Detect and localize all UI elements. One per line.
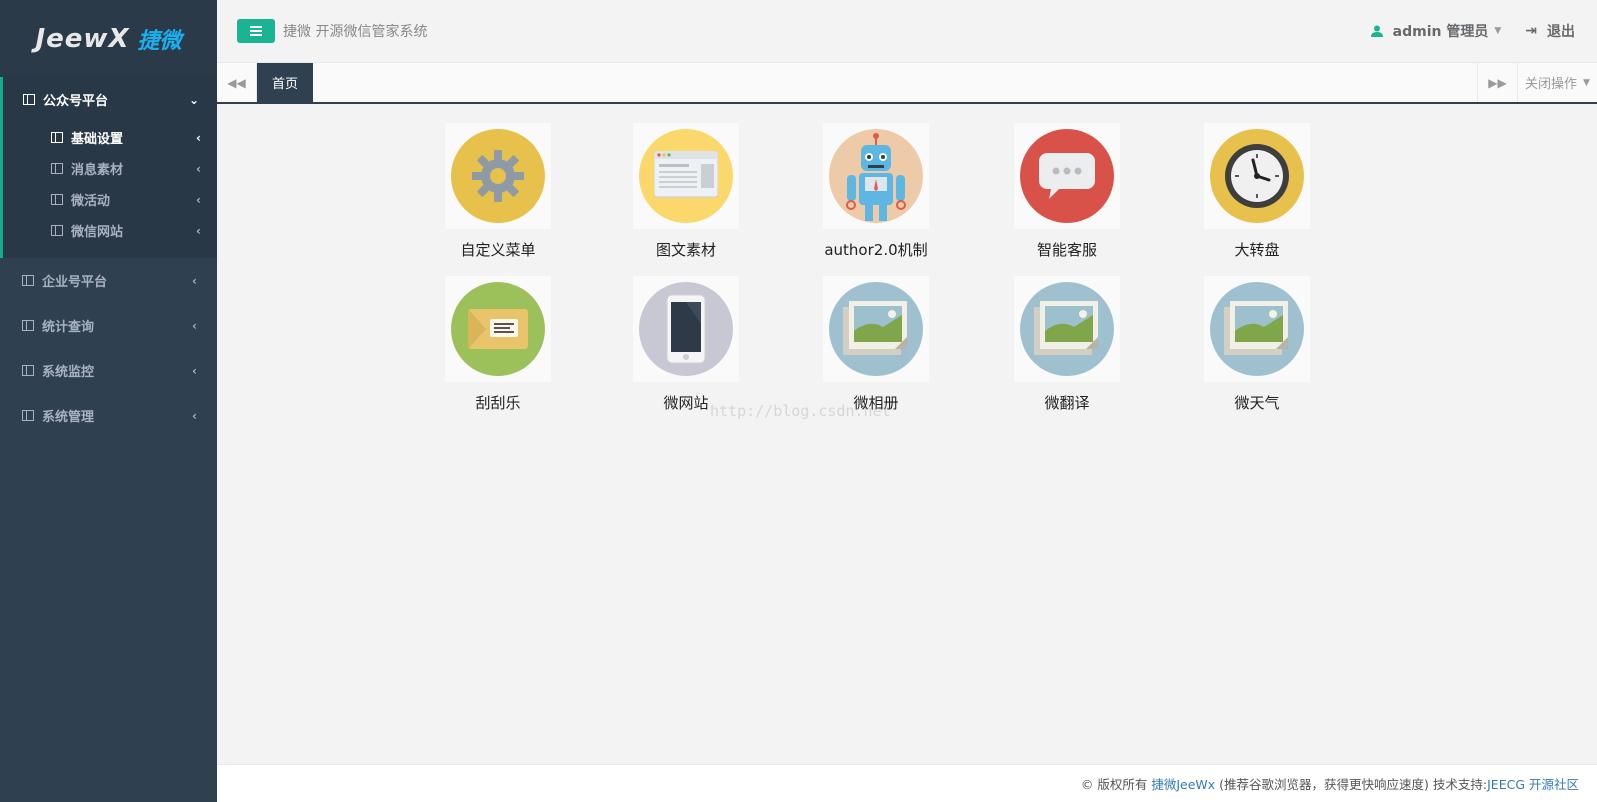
chevron-left-icon: ‹ <box>192 273 197 288</box>
app-name: 微翻译 <box>1044 394 1090 412</box>
footer: © 版权所有 捷微JeeWx (推荐谷歌浏览器，获得更快响应速度) 技术支持: … <box>217 764 1597 802</box>
columns-icon <box>22 320 34 331</box>
phone-icon <box>639 282 733 376</box>
brand-link[interactable]: 捷微JeeWx <box>1151 774 1215 793</box>
chevron-left-icon: ‹ <box>192 318 197 333</box>
hamburger-icon <box>250 34 262 36</box>
sidebar-subitem-message-material[interactable]: 消息素材 ‹ <box>3 153 217 184</box>
copyright-text: © 版权所有 <box>1080 777 1148 792</box>
app-tile-big-wheel[interactable]: 大转盘 <box>1187 123 1327 260</box>
caret-down-icon: ▼ <box>1494 26 1502 36</box>
sidebar-subitem-label: 微活动 <box>71 194 111 209</box>
top-header: 捷微 开源微信管家系统 admin 管理员 ▼ ⇥ 退出 <box>217 0 1597 63</box>
app-tile-micro-weather[interactable]: 微天气 <box>1187 276 1327 413</box>
chevron-left-icon: ‹ <box>192 363 197 378</box>
sidebar-subitem-wechat-site[interactable]: 微信网站 ‹ <box>3 215 217 246</box>
sidebar-item-statistics[interactable]: 统计查询 ‹ <box>0 303 217 348</box>
logo-text: JeewX <box>35 23 130 54</box>
app-name: 微天气 <box>1234 394 1280 412</box>
system-title: 捷微 开源微信管家系统 <box>283 24 428 40</box>
close-operations-dropdown[interactable]: 关闭操作 ▼ <box>1517 63 1597 102</box>
app-name: 刮刮乐 <box>475 394 521 412</box>
tab-scroll-left-button[interactable]: ◀◀ <box>217 63 257 102</box>
tab-scroll-right-button[interactable]: ▶▶ <box>1477 63 1517 102</box>
sidebar-item-label: 系统监控 <box>42 365 95 380</box>
sidebar-subitem-label: 消息素材 <box>71 163 124 178</box>
ticket-icon <box>451 282 545 376</box>
chat-bubble-icon <box>1020 129 1114 223</box>
user-label: admin 管理员 <box>1392 24 1489 40</box>
logout-button[interactable]: ⇥ 退出 <box>1525 21 1575 41</box>
sidebar-subitem-label: 基础设置 <box>71 132 124 147</box>
robot-icon <box>829 129 923 223</box>
columns-icon <box>22 410 34 421</box>
chevron-left-icon: ‹ <box>196 192 201 207</box>
picture-icon <box>1210 282 1304 376</box>
columns-icon <box>22 365 34 376</box>
sign-out-icon: ⇥ <box>1525 23 1537 39</box>
app-name: 智能客服 <box>1036 241 1097 259</box>
chevron-left-icon: ‹ <box>192 408 197 423</box>
clock-icon <box>1210 129 1304 223</box>
app-tile-scratch-card[interactable]: 刮刮乐 <box>428 276 568 413</box>
chevron-left-icon: ‹ <box>196 161 201 176</box>
sidebar-subitem-basic-settings[interactable]: 基础设置 ‹ <box>3 122 217 153</box>
app-name: 自定义菜单 <box>460 241 536 259</box>
picture-icon <box>1020 282 1114 376</box>
sidebar-item-label: 统计查询 <box>42 320 95 335</box>
user-icon <box>1370 25 1383 37</box>
app-tile-graphic-material[interactable]: 图文素材 <box>616 123 756 260</box>
logo-cn: 捷微 <box>137 28 182 54</box>
support-link[interactable]: JEECG 开源社区 <box>1487 774 1579 793</box>
app-name: author2.0机制 <box>824 241 928 259</box>
hamburger-icon <box>250 26 262 28</box>
tab-bar: ◀◀ 首页 ▶▶ 关闭操作 ▼ <box>217 63 1597 104</box>
sidebar-item-system-admin[interactable]: 系统管理 ‹ <box>0 393 217 438</box>
sidebar: JeewX 捷微 公众号平台 ⌄ 基础设置 ‹ 消息素材 ‹ 微活动 ‹ 微信网… <box>0 0 217 802</box>
app-tile-micro-translate[interactable]: 微翻译 <box>997 276 1137 413</box>
sidebar-item-gongzhonghao[interactable]: 公众号平台 ⌄ <box>3 77 217 122</box>
app-tile-micro-album[interactable]: 微相册 <box>806 276 946 413</box>
columns-icon <box>51 225 63 236</box>
sidebar-item-label: 系统管理 <box>42 410 95 425</box>
sidebar-item-label: 公众号平台 <box>43 94 109 109</box>
watermark: http://blog.csdn.net <box>710 402 891 420</box>
app-tile-smart-service[interactable]: 智能客服 <box>997 123 1137 260</box>
columns-icon <box>51 132 63 143</box>
gear-icon <box>451 129 545 223</box>
app-name: 大转盘 <box>1234 241 1280 259</box>
chevron-left-icon: ‹ <box>196 223 201 238</box>
logo[interactable]: JeewX 捷微 <box>0 0 217 77</box>
app-name: 图文素材 <box>655 241 716 259</box>
columns-icon <box>51 194 63 205</box>
sidebar-item-enterprise[interactable]: 企业号平台 ‹ <box>0 258 217 303</box>
main-content: 自定义菜单 图文素材 author2.0机制 智能客服 大转盘 刮刮乐 微网站 … <box>217 104 1597 764</box>
columns-icon <box>22 275 34 286</box>
sidebar-item-label: 企业号平台 <box>42 275 108 290</box>
double-chevron-left-icon: ◀◀ <box>227 75 246 90</box>
chevron-down-icon: ⌄ <box>188 92 199 107</box>
columns-icon <box>51 163 63 174</box>
sidebar-subitem-label: 微信网站 <box>71 225 124 240</box>
caret-down-icon: ▼ <box>1583 77 1590 88</box>
hamburger-icon <box>250 30 262 32</box>
chevron-left-icon: ‹ <box>196 130 201 145</box>
app-tile-micro-website[interactable]: 微网站 <box>616 276 756 413</box>
app-tile-custom-menu[interactable]: 自定义菜单 <box>428 123 568 260</box>
double-chevron-right-icon: ▶▶ <box>1488 75 1507 90</box>
app-tile-author-mechanism[interactable]: author2.0机制 <box>806 123 946 260</box>
user-menu[interactable]: admin 管理员 ▼ <box>1370 21 1502 41</box>
browser-window-icon <box>639 129 733 223</box>
menu-toggle-button[interactable] <box>237 19 275 43</box>
tab-home[interactable]: 首页 <box>257 63 313 102</box>
footer-note: (推荐谷歌浏览器，获得更快响应速度) 技术支持: <box>1219 777 1488 792</box>
logout-label: 退出 <box>1547 24 1575 40</box>
nav-group-gongzhonghao: 公众号平台 ⌄ 基础设置 ‹ 消息素材 ‹ 微活动 ‹ 微信网站 ‹ <box>0 77 217 258</box>
sidebar-subitem-micro-activity[interactable]: 微活动 ‹ <box>3 184 217 215</box>
picture-icon <box>829 282 923 376</box>
sidebar-item-monitor[interactable]: 系统监控 ‹ <box>0 348 217 393</box>
close-operations-label: 关闭操作 <box>1525 77 1578 92</box>
columns-icon <box>23 94 35 105</box>
